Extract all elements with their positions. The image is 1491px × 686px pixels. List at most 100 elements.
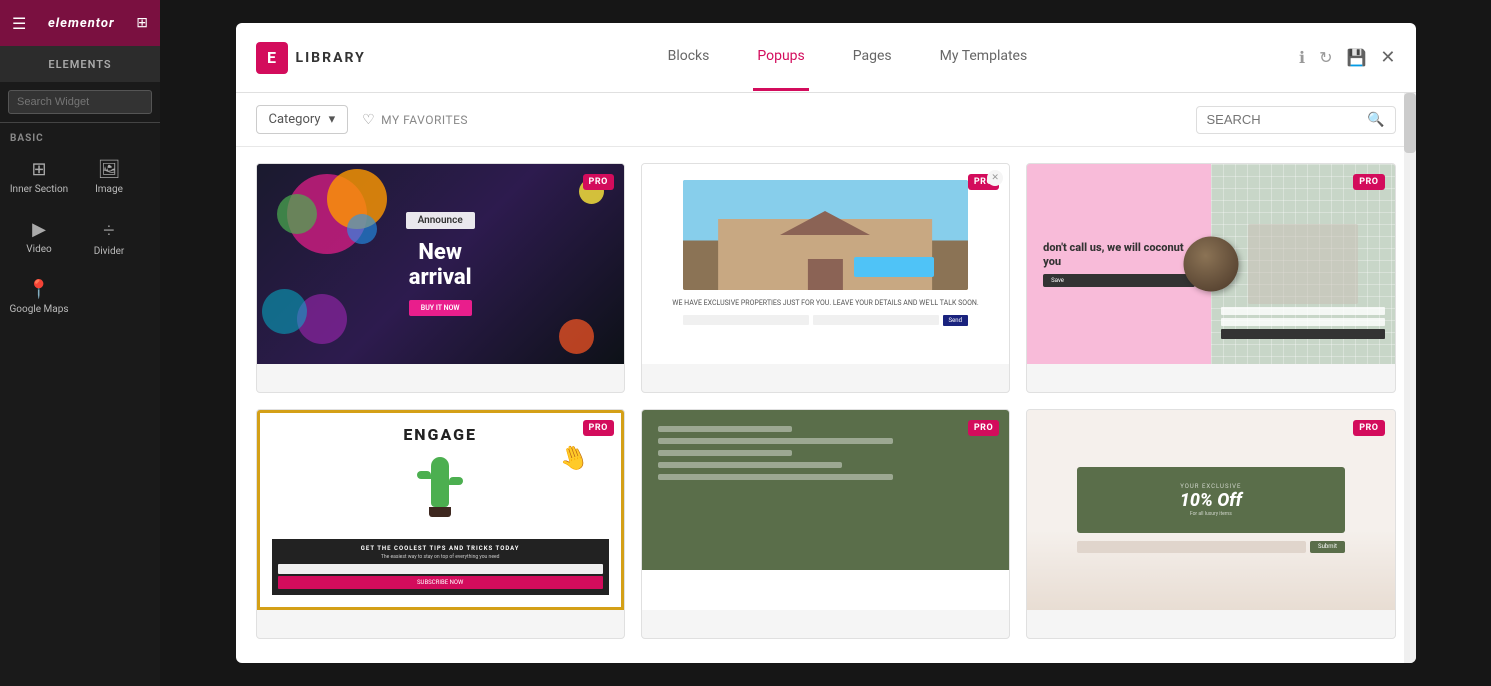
t3-btn: Save <box>1043 274 1195 287</box>
t6-content: Your exclusive 10% Off For all luxury it… <box>1027 410 1394 610</box>
inner-section-label: Inner Section <box>10 184 68 195</box>
chevron-down-icon: ▾ <box>329 112 336 127</box>
t3-map-section <box>1211 164 1395 364</box>
search-icon: 🔍 <box>1367 112 1384 128</box>
search-widget-input[interactable] <box>8 90 152 114</box>
modal-header: E LIBRARY Blocks Popups Pages My Templat… <box>236 23 1416 93</box>
google-maps-icon: 📍 <box>28 279 50 300</box>
template-card-coconut[interactable]: PRO don't call us, we will coconut you S… <box>1026 163 1395 393</box>
t5-line-4 <box>658 462 842 468</box>
sidebar-item-google-maps[interactable]: 📍 Google Maps <box>6 269 72 325</box>
pro-badge-1: PRO <box>583 174 614 190</box>
template-card-discount[interactable]: PRO Your exclusive 10% Off For all luxur… <box>1026 409 1395 639</box>
template-card-engage[interactable]: PRO ENGAGE <box>256 409 625 639</box>
save-icon[interactable]: 💾 <box>1346 48 1366 67</box>
template-search-container: 🔍 <box>1196 106 1396 134</box>
t4-content: ENGAGE <box>257 410 624 610</box>
tab-pages[interactable]: Pages <box>849 24 896 91</box>
hamburger-icon[interactable]: ☰ <box>12 14 26 33</box>
image-icon: 🖼 <box>98 159 121 180</box>
template-card-real-estate[interactable]: PRO ✕ <box>641 163 1010 393</box>
t2-email-input <box>813 315 939 325</box>
templates-grid: PRO <box>256 163 1396 639</box>
t3-title: don't call us, we will coconut you <box>1043 241 1195 267</box>
template-card-new-arrival[interactable]: PRO <box>256 163 625 393</box>
divider-icon: ÷ <box>103 218 114 242</box>
t4-cta-btn: SUBSCRIBE NOW <box>278 576 603 589</box>
t1-title: New arrival <box>409 241 472 289</box>
pro-badge-6: PRO <box>1353 420 1384 436</box>
video-icon: ▶ <box>32 219 46 240</box>
library-modal: E LIBRARY Blocks Popups Pages My Templat… <box>236 23 1416 663</box>
modal-toolbar: Category ▾ ♡ MY FAVORITES 🔍 <box>236 93 1416 147</box>
t6-offer-card: Your exclusive 10% Off For all luxury it… <box>1077 467 1345 533</box>
t6-offer-text: 10% Off <box>1093 490 1329 511</box>
template-preview-5 <box>642 410 1009 610</box>
template-preview-3: don't call us, we will coconut you Save <box>1027 164 1394 364</box>
tab-blocks[interactable]: Blocks <box>664 24 714 91</box>
sidebar-item-inner-section[interactable]: ⊞ Inner Section <box>6 149 72 205</box>
t4-cactus-arm-right <box>449 477 463 485</box>
t4-cactus-body <box>431 457 449 507</box>
modal-action-icons: ℹ ↻ 💾 ✕ <box>1299 47 1396 68</box>
heart-icon: ♡ <box>362 112 375 128</box>
editor-background: ☰ elementor ⊞ ELEMENTS BASIC ⊞ Inner Sec… <box>0 0 1491 686</box>
refresh-icon[interactable]: ↻ <box>1319 48 1332 67</box>
library-title: LIBRARY <box>296 50 366 66</box>
favorites-label: MY FAVORITES <box>381 113 468 127</box>
elements-tab[interactable]: ELEMENTS <box>48 58 111 71</box>
sidebar-item-video[interactable]: ▶ Video <box>6 209 72 265</box>
library-tabs: Blocks Popups Pages My Templates <box>396 24 1299 91</box>
sidebar-item-divider[interactable]: ÷ Divider <box>76 209 142 265</box>
sidebar-item-image[interactable]: 🖼 Image <box>76 149 142 205</box>
t2-submit-btn: Send <box>943 315 968 326</box>
template-card-green[interactable]: PRO <box>641 409 1010 639</box>
pro-badge-5: PRO <box>968 420 999 436</box>
modal-close-button[interactable]: ✕ <box>1380 47 1395 68</box>
t4-title: ENGAGE <box>403 425 477 444</box>
template-preview-4: ENGAGE <box>257 410 624 610</box>
t5-line-1 <box>658 426 792 432</box>
widget-search-container <box>0 82 160 123</box>
t2-body-text: WE HAVE EXCLUSIVE PROPERTIES JUST FOR YO… <box>672 298 978 309</box>
pro-badge-4: PRO <box>583 420 614 436</box>
t5-green-section <box>642 410 1009 570</box>
pro-badge-3: PRO <box>1353 174 1384 190</box>
category-dropdown[interactable]: Category ▾ <box>256 105 349 134</box>
sidebar-tabs[interactable]: ELEMENTS <box>0 46 160 82</box>
template-search-input[interactable] <box>1207 112 1360 127</box>
t2-house-image <box>683 180 968 290</box>
templates-content[interactable]: PRO <box>236 147 1416 663</box>
t5-line-5 <box>658 474 893 480</box>
t1-content: Announce New arrival BUY IT NOW <box>257 164 624 364</box>
video-label: Video <box>26 244 51 255</box>
library-logo-icon: E <box>256 42 288 74</box>
template-preview-2: WE HAVE EXCLUSIVE PROPERTIES JUST FOR YO… <box>642 164 1009 364</box>
scrollbar-thumb[interactable] <box>1404 93 1416 153</box>
tab-popups[interactable]: Popups <box>753 24 808 91</box>
t6-subtext: For all luxury items <box>1093 511 1329 517</box>
tab-my-templates[interactable]: My Templates <box>936 24 1032 91</box>
info-icon[interactable]: ℹ <box>1299 48 1305 67</box>
t1-announce-bar: Announce <box>406 212 475 229</box>
modal-scrollbar[interactable] <box>1404 93 1416 663</box>
grid-icon[interactable]: ⊞ <box>136 15 148 31</box>
inner-section-icon: ⊞ <box>31 159 46 180</box>
t4-cactus <box>415 457 465 527</box>
t2-name-input <box>683 315 809 325</box>
sidebar-items-list: ⊞ Inner Section 🖼 Image ▶ Video ÷ Divide… <box>0 149 160 325</box>
category-label: Category <box>269 112 321 127</box>
favorites-button[interactable]: ♡ MY FAVORITES <box>362 112 468 128</box>
t2-form: Send <box>683 315 968 326</box>
t4-description: The easiest way to stay on top of everyt… <box>278 554 603 560</box>
template-preview-1: Announce New arrival BUY IT NOW <box>257 164 624 364</box>
t6-small-text: Your exclusive <box>1093 483 1329 490</box>
template-preview-6: Your exclusive 10% Off For all luxury it… <box>1027 410 1394 610</box>
google-maps-label: Google Maps <box>10 304 69 315</box>
t4-cactus-arm-left <box>417 471 431 479</box>
t5-line-2 <box>658 438 893 444</box>
t4-bottom-title: GET THE COOLEST TIPS AND TRICKS TODAY <box>278 545 603 552</box>
sidebar-header: ☰ elementor ⊞ <box>0 0 160 46</box>
t2-content: WE HAVE EXCLUSIVE PROPERTIES JUST FOR YO… <box>642 164 1009 364</box>
image-label: Image <box>95 184 123 195</box>
